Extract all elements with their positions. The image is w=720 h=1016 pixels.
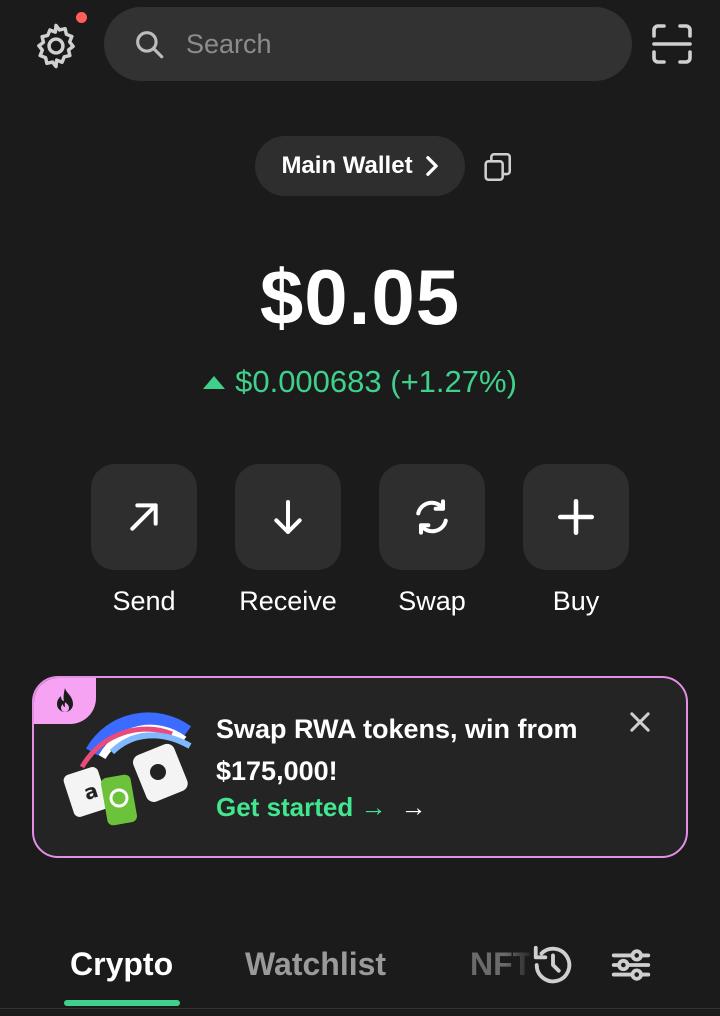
flame-icon	[57, 688, 73, 712]
filter-sliders-icon	[611, 949, 651, 981]
balance-change: $0.000683 (+1.27%)	[0, 364, 720, 400]
copy-address-button[interactable]	[480, 150, 514, 184]
promo-close-button[interactable]	[626, 708, 654, 736]
chevron-right-icon	[425, 156, 438, 176]
swap-action[interactable]: Swap	[360, 464, 504, 617]
wallet-balance: $0.05	[259, 253, 461, 341]
copy-icon	[484, 152, 512, 182]
send-button[interactable]	[91, 464, 197, 570]
buy-action[interactable]: Buy	[504, 464, 648, 617]
triangle-up-icon	[203, 375, 226, 389]
promo-cta-label: Get started →	[216, 792, 387, 822]
qr-scan-icon	[652, 24, 692, 64]
buy-button[interactable]	[523, 464, 629, 570]
promo-get-started-link[interactable]: Get started → →	[216, 792, 427, 823]
wallet-selector[interactable]: Main Wallet	[255, 136, 465, 196]
buy-label: Buy	[552, 586, 600, 616]
scan-button[interactable]	[648, 20, 696, 68]
swap-refresh-icon	[416, 499, 448, 535]
history-button[interactable]	[530, 942, 576, 988]
arrow-right-icon: →	[400, 792, 427, 822]
close-icon	[630, 712, 650, 732]
swap-label: Swap	[398, 586, 466, 616]
balance-change-value: $0.000683 (+1.27%)	[235, 364, 517, 399]
wallet-name: Main Wallet	[281, 152, 413, 179]
filter-button[interactable]	[608, 942, 654, 988]
send-action[interactable]: Send	[72, 464, 216, 617]
search-icon	[136, 31, 164, 59]
receive-label: Receive	[239, 586, 337, 616]
search-bar[interactable]	[104, 7, 632, 81]
arrow-up-right-icon	[130, 503, 158, 531]
active-tab-indicator	[64, 1000, 180, 1006]
plus-icon	[557, 498, 595, 536]
swap-button[interactable]	[379, 464, 485, 570]
arrow-down-icon	[274, 500, 302, 534]
notification-dot	[76, 12, 87, 23]
history-icon	[533, 945, 572, 984]
promo-token-cards-image: a	[63, 712, 192, 826]
send-label: Send	[112, 586, 176, 616]
promo-banner[interactable]: a Swap RWA tokens, win from $175,000! Ge…	[32, 676, 688, 858]
tab-bar-divider	[0, 1008, 720, 1009]
promo-title: Swap RWA tokens, win from $175,000!	[216, 714, 578, 786]
tab-crypto[interactable]: Crypto	[70, 946, 173, 983]
receive-action[interactable]: Receive	[216, 464, 360, 617]
gear-icon	[37, 23, 75, 69]
tab-watchlist[interactable]: Watchlist	[245, 946, 386, 983]
search-input[interactable]	[184, 27, 568, 61]
receive-button[interactable]	[235, 464, 341, 570]
settings-button[interactable]	[30, 20, 82, 72]
